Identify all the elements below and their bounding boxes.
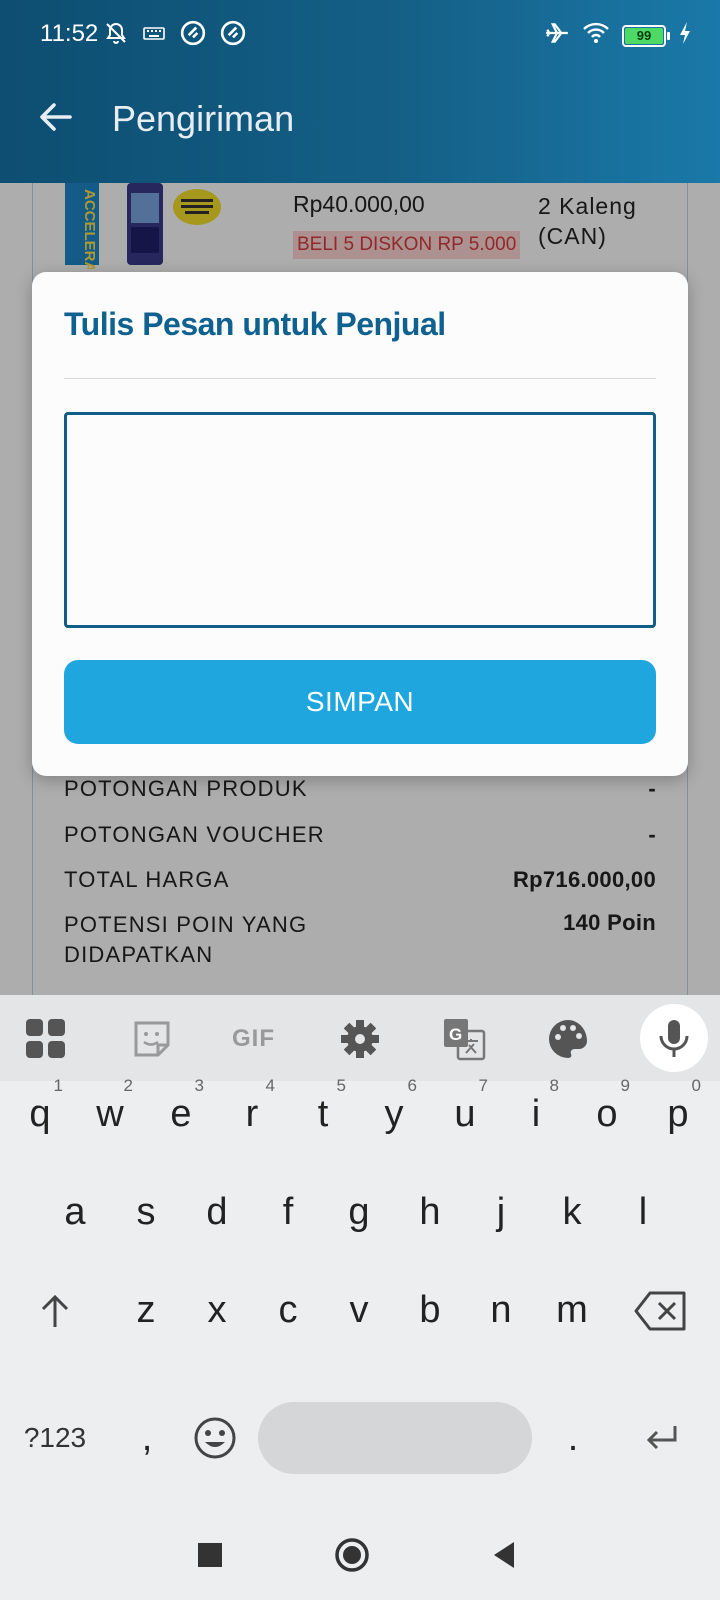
vpn-icon [220, 20, 246, 51]
key-m[interactable]: m [537, 1267, 607, 1353]
backspace-key[interactable] [626, 1267, 696, 1353]
symbols-key[interactable]: ?123 [20, 1395, 90, 1481]
charging-icon [678, 21, 692, 50]
key-o[interactable]: 9o [572, 1071, 642, 1157]
key-g[interactable]: g [324, 1169, 394, 1255]
key-s[interactable]: s [111, 1169, 181, 1255]
emoji-key[interactable] [180, 1395, 250, 1481]
key-u[interactable]: 7u [430, 1071, 500, 1157]
back-icon [494, 1542, 514, 1568]
recents-icon [198, 1543, 222, 1567]
keyboard-toolbar: GIF G [0, 995, 720, 1081]
bell-off-icon [104, 21, 128, 50]
key-n[interactable]: n [466, 1267, 536, 1353]
palette-icon[interactable] [546, 1017, 590, 1061]
key-i[interactable]: 8i [501, 1071, 571, 1157]
key-d[interactable]: d [182, 1169, 252, 1255]
message-input[interactable] [64, 412, 656, 628]
key-c[interactable]: c [253, 1267, 323, 1353]
key-q[interactable]: 1q [5, 1071, 75, 1157]
page-title: Pengiriman [112, 98, 295, 139]
message-dialog: Tulis Pesan untuk Penjual SIMPAN [32, 272, 688, 776]
settings-icon[interactable] [338, 1017, 382, 1061]
key-p[interactable]: 0p [643, 1071, 713, 1157]
shift-key[interactable] [20, 1267, 90, 1353]
key-v[interactable]: v [324, 1267, 394, 1353]
microphone-icon [659, 1020, 689, 1057]
dialog-divider [64, 378, 656, 379]
status-bar: 11:52 99 [0, 0, 720, 70]
key-w[interactable]: 2w [75, 1071, 145, 1157]
keyboard: GIF G 1q 2w 3e 4r 5t 6y 7u 8i 9o 0p a s … [0, 995, 720, 1505]
apps-icon[interactable] [24, 1017, 68, 1061]
microphone-button[interactable] [640, 1004, 708, 1072]
key-h[interactable]: h [395, 1169, 465, 1255]
key-x[interactable]: x [182, 1267, 252, 1353]
key-t[interactable]: 5t [288, 1071, 358, 1157]
vpn-icon [180, 20, 206, 51]
gif-button[interactable]: GIF [232, 1017, 288, 1061]
arrow-left-icon [40, 103, 72, 131]
key-l[interactable]: l [608, 1169, 678, 1255]
system-navigation-bar [0, 1505, 720, 1600]
key-k[interactable]: k [537, 1169, 607, 1255]
app-header: 11:52 99 Pengiriman [0, 0, 720, 183]
key-b[interactable]: b [395, 1267, 465, 1353]
backspace-icon [634, 1291, 686, 1331]
enter-icon [646, 1426, 677, 1450]
period-key[interactable]: . [538, 1395, 608, 1481]
recents-button[interactable] [192, 1537, 228, 1573]
keyboard-icon [142, 21, 166, 50]
save-button[interactable]: SIMPAN [64, 660, 656, 744]
key-z[interactable]: z [111, 1267, 181, 1353]
airplane-icon [544, 20, 570, 51]
key-y[interactable]: 6y [359, 1071, 429, 1157]
sticker-icon[interactable] [130, 1017, 174, 1061]
battery-level: 99 [625, 27, 663, 44]
spacebar[interactable] [258, 1402, 532, 1474]
key-e[interactable]: 3e [146, 1071, 216, 1157]
home-icon [335, 1538, 369, 1572]
home-button[interactable] [334, 1537, 370, 1573]
svg-text:G: G [449, 1025, 462, 1044]
shift-arrow-icon [41, 1294, 69, 1327]
battery-icon: 99 [622, 24, 670, 47]
key-a[interactable]: a [40, 1169, 110, 1255]
wifi-icon [582, 21, 610, 50]
translate-icon[interactable]: G [442, 1017, 486, 1061]
key-j[interactable]: j [466, 1169, 536, 1255]
back-button[interactable] [34, 95, 78, 139]
emoji-icon [194, 1417, 236, 1459]
status-time: 11:52 [40, 20, 99, 47]
back-nav-button[interactable] [486, 1537, 522, 1573]
dialog-title: Tulis Pesan untuk Penjual [64, 306, 446, 342]
comma-key[interactable]: , [112, 1395, 182, 1481]
key-f[interactable]: f [253, 1169, 323, 1255]
enter-key[interactable] [626, 1395, 696, 1481]
key-r[interactable]: 4r [217, 1071, 287, 1157]
